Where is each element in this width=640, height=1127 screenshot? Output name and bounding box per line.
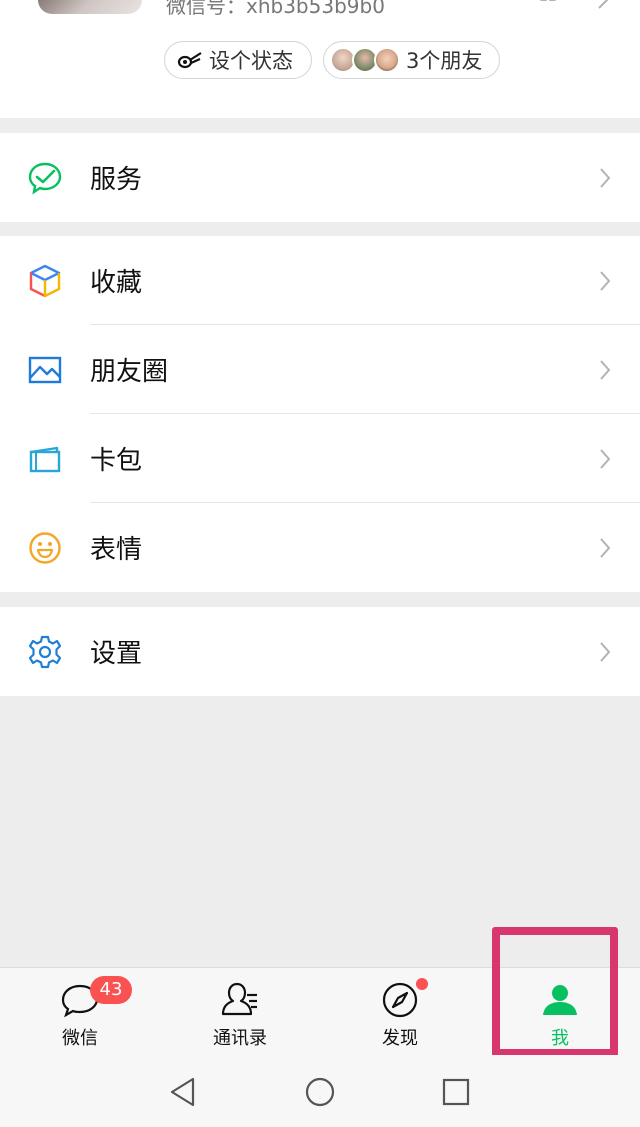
new-notification-dot (416, 978, 428, 990)
home-circle-icon[interactable] (303, 1075, 337, 1109)
tab-label: 通讯录 (213, 1028, 267, 1049)
tab-contacts[interactable]: 通讯录 (160, 968, 320, 1056)
friends-status-button[interactable]: 3个朋友 (323, 41, 500, 79)
favorites-cube-icon (29, 264, 61, 297)
menu-item-cards[interactable]: 卡包 (0, 414, 640, 503)
tab-label: 微信 (62, 1028, 98, 1049)
tab-label: 我 (551, 1028, 569, 1049)
back-triangle-icon[interactable] (166, 1075, 200, 1109)
friend-avatar (374, 47, 400, 73)
system-navigation-bar (0, 1055, 640, 1127)
menu-item-moments[interactable]: 朋友圈 (0, 325, 640, 414)
recents-square-icon[interactable] (439, 1075, 473, 1109)
menu-label: 表情 (90, 535, 143, 565)
chevron-right-icon (600, 270, 611, 291)
status-icon (177, 52, 202, 69)
smiley-face-icon (29, 531, 61, 564)
compass-icon (382, 982, 418, 1018)
chevron-right-icon (598, 0, 609, 9)
wallet-card-icon (29, 446, 61, 472)
profile-header[interactable]: 微信号：xhb3b53b9b0 设个状态 3个朋友 (0, 0, 640, 118)
chevron-right-icon (600, 167, 611, 188)
gear-icon (28, 635, 62, 668)
menu-label: 设置 (90, 639, 143, 669)
menu-item-stickers[interactable]: 表情 (0, 503, 640, 592)
moments-picture-icon (28, 356, 62, 383)
set-status-button[interactable]: 设个状态 (164, 41, 312, 79)
menu-item-favorites[interactable]: 收藏 (0, 236, 640, 325)
menu-label: 卡包 (90, 446, 143, 476)
avatar[interactable] (38, 0, 142, 14)
menu-group-settings: 设置 (0, 607, 640, 696)
menu-group-main: 收藏 朋友圈 卡包 表情 (0, 236, 640, 592)
tab-chats[interactable]: 43 微信 (0, 968, 160, 1056)
qr-code-icon[interactable] (540, 0, 556, 6)
bottom-tab-bar: 43 微信 通讯录 发现 我 (0, 967, 640, 1055)
menu-item-service[interactable]: 服务 (0, 133, 640, 222)
person-icon (543, 985, 577, 1015)
menu-label: 服务 (90, 165, 143, 195)
tab-me[interactable]: 我 (480, 968, 640, 1056)
menu-label: 收藏 (90, 268, 143, 298)
friends-count-label: 3个朋友 (406, 49, 483, 73)
menu-item-settings[interactable]: 设置 (0, 607, 640, 696)
chevron-right-icon (600, 448, 611, 469)
chevron-right-icon (600, 359, 611, 380)
contacts-icon (221, 982, 257, 1016)
chevron-right-icon (600, 641, 611, 662)
menu-group-service: 服务 (0, 133, 640, 222)
tab-discover[interactable]: 发现 (320, 968, 480, 1056)
set-status-label: 设个状态 (209, 49, 293, 73)
menu-label: 朋友圈 (90, 357, 169, 387)
wechat-id: 微信号：xhb3b53b9b0 (166, 0, 385, 18)
tab-label: 发现 (382, 1028, 418, 1049)
chevron-right-icon (600, 537, 611, 558)
unread-badge: 43 (90, 976, 132, 1004)
service-icon (28, 162, 62, 195)
